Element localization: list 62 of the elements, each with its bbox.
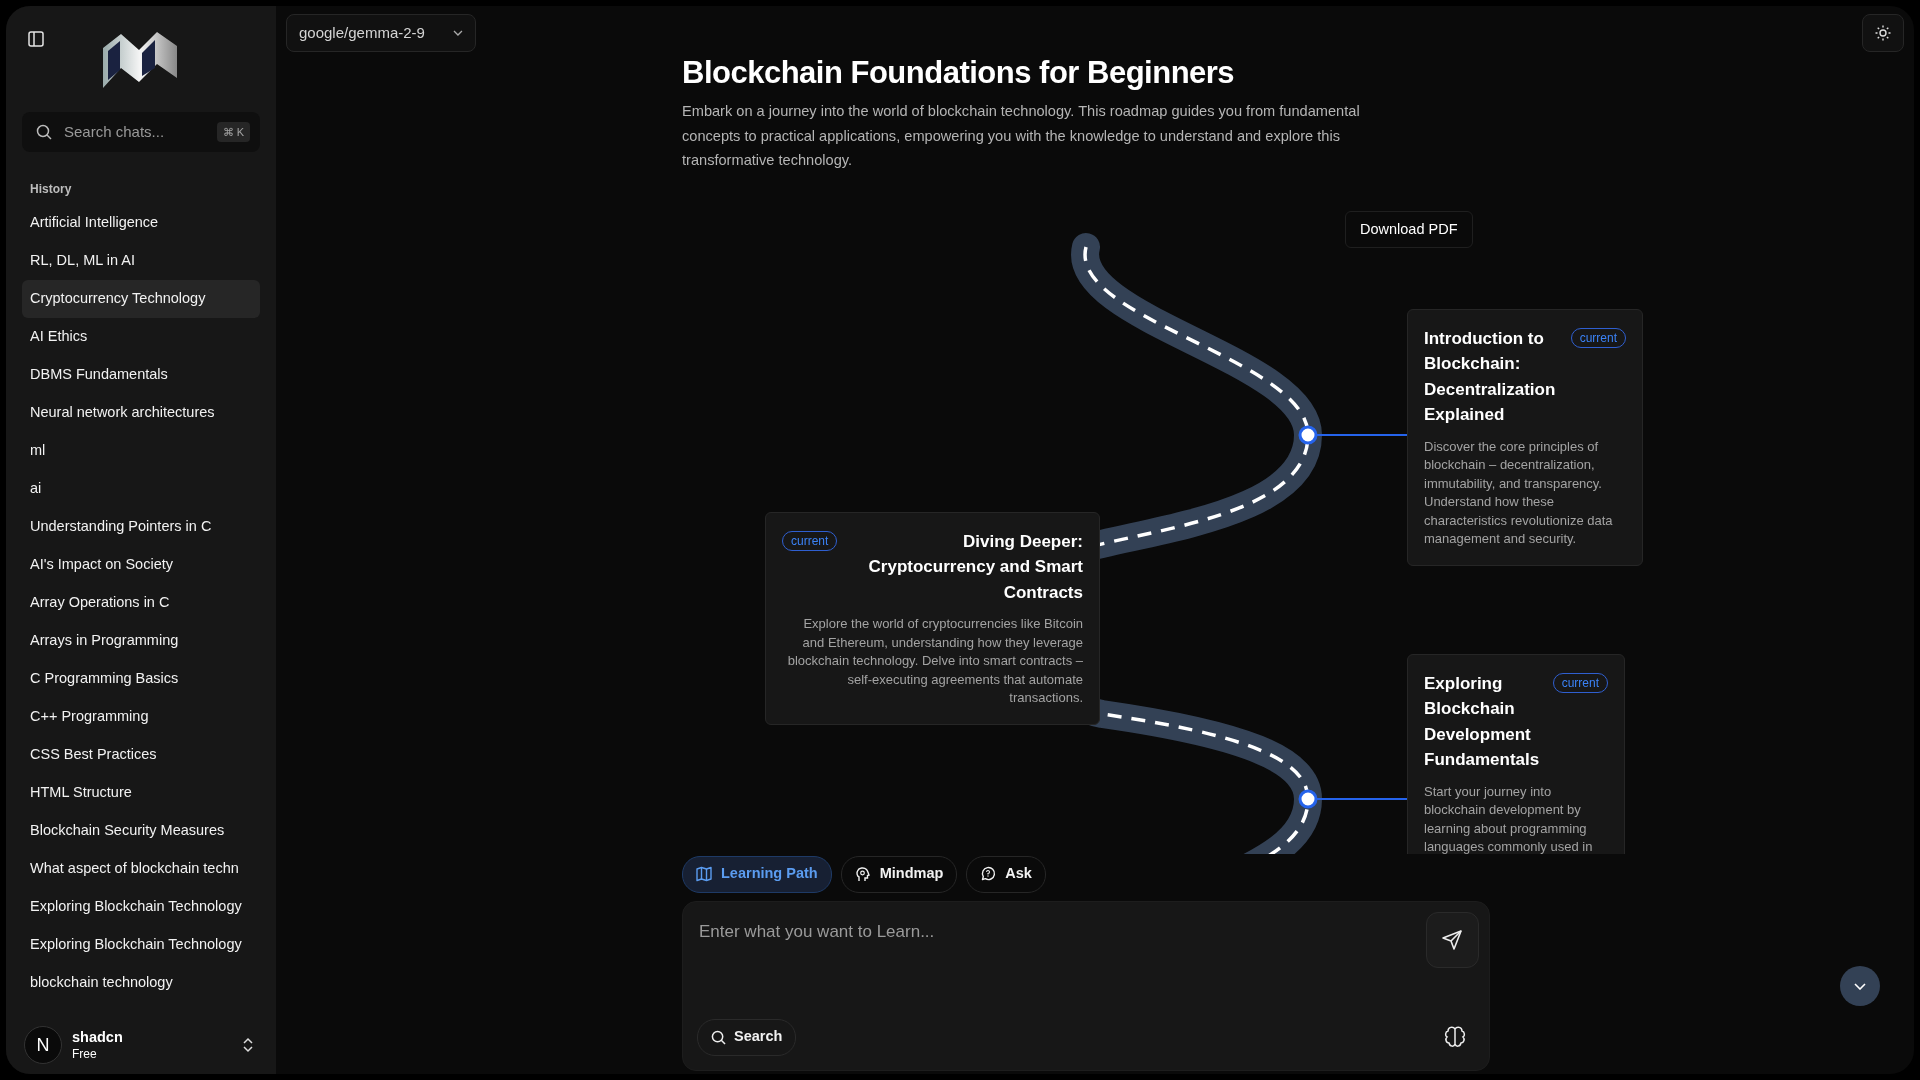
history-item[interactable]: Artificial Intelligence <box>22 204 260 242</box>
send-icon <box>1441 928 1464 951</box>
search-chats-field[interactable]: Search chats... ⌘ K <box>22 112 260 152</box>
history-item[interactable]: AI's Impact on Society <box>22 546 260 584</box>
milestone-title: Exploring Blockchain Development Fundamentals <box>1424 672 1541 772</box>
history-item[interactable]: C Programming Basics <box>22 660 260 698</box>
mode-tab[interactable]: Learning Path <box>682 855 832 893</box>
history-item[interactable]: What aspect of blockchain techn <box>22 850 260 888</box>
search-icon <box>36 124 52 140</box>
chevron-down-icon <box>1854 982 1866 990</box>
user-name: shadcn <box>72 1027 123 1046</box>
history-item[interactable]: Array Operations in C <box>22 584 260 622</box>
sidebar-toggle-icon[interactable] <box>28 31 44 47</box>
chevron-down-icon <box>453 30 463 36</box>
milestone-dot <box>1298 425 1318 445</box>
history-item[interactable]: CSS Best Practices <box>22 736 260 774</box>
history-item[interactable]: ai <box>22 470 260 508</box>
history-item[interactable]: Neural network architectures <box>22 394 260 432</box>
history-item[interactable]: Blockchain Security Measures <box>22 812 260 850</box>
search-icon <box>711 1029 726 1045</box>
milestone-dot <box>1298 789 1318 809</box>
user-plan: Free <box>72 1045 98 1063</box>
learn-input-field[interactable]: Enter what you want to Learn... <box>697 917 1416 946</box>
history-item[interactable]: Exploring Blockchain Technology <box>22 926 260 964</box>
download-pdf-button[interactable]: Download PDF <box>1345 210 1473 249</box>
history-item[interactable]: Arrays in Programming <box>22 622 260 660</box>
search-chats-input[interactable]: Search chats... <box>62 119 192 145</box>
history-item[interactable]: blockchain technology <box>22 964 260 1002</box>
history-item[interactable]: C++ Programming <box>22 698 260 736</box>
milestone-description: Start your journey into blockchain development by learning about programming languages commonly used in <box>1424 782 1594 854</box>
shortcut-hint: ⌘ K <box>216 121 250 143</box>
model-dropdown[interactable]: google/gemma-2-9 <box>286 14 476 52</box>
milestone-description: Explore the world of cryptocurrencies like Bitcoin and Ethereum, understanding how they leverage blockchain technology. Delve into smart contracts – self-executing agreements that automate transactions. <box>786 615 1083 708</box>
milestone-card[interactable] <box>1407 308 1643 566</box>
milestone-card[interactable] <box>765 511 1100 725</box>
sun-icon <box>1875 25 1891 41</box>
milestone-title: Introduction to Blockchain: Decentralization Explained <box>1424 327 1557 427</box>
head-gears-icon <box>854 866 871 883</box>
avatar: N <box>24 1026 62 1064</box>
chevron-up-down-icon[interactable] <box>242 1036 254 1054</box>
brain-icon[interactable] <box>1443 1025 1467 1050</box>
history-item[interactable]: RL, DL, ML in AI <box>22 242 260 280</box>
map-icon <box>696 866 712 883</box>
history-item[interactable]: AI Ethics <box>22 318 260 356</box>
history-item[interactable]: HTML Structure <box>22 774 260 812</box>
history-item[interactable]: ml <box>22 432 260 470</box>
milestone-title: Diving Deeper: Cryptocurrency and Smart Contracts <box>867 530 1083 604</box>
mode-tab[interactable]: Ask <box>966 855 1046 893</box>
milestone-card[interactable]: Exploring Blockchain Development Fundamentals current Start your journey into blockchain development by learning about programming languages commonly used in <box>1407 653 1625 854</box>
theme-toggle-button[interactable] <box>1862 14 1904 52</box>
roadmap-description: Embark on a journey into the world of blockchain technology. This roadmap guides you from fundamental concepts to practical applications, empowering you with the knowledge to understand and explore this transformative technology. <box>682 102 1361 171</box>
search-button[interactable]: Search <box>697 1018 797 1056</box>
send-button[interactable] <box>1425 911 1479 968</box>
history-item[interactable]: DBMS Fundamentals <box>22 356 260 394</box>
roadmap-title: Blockchain Foundations for Beginners <box>682 54 1236 92</box>
mode-tab[interactable]: Mindmap <box>840 855 958 893</box>
history-item[interactable]: Exploring Blockchain Technology <box>22 888 260 926</box>
milestone-description: Discover the core principles of blockchain – decentralization, immutability, and transparency. Understand how these characteristics revolutionize data management and security. <box>1424 437 1614 549</box>
history-heading: History <box>30 181 73 198</box>
history-item[interactable]: Cryptocurrency Technology <box>22 280 260 318</box>
history-item[interactable]: Understanding Pointers in C <box>22 508 260 546</box>
chat-bubble-icon <box>980 866 997 883</box>
